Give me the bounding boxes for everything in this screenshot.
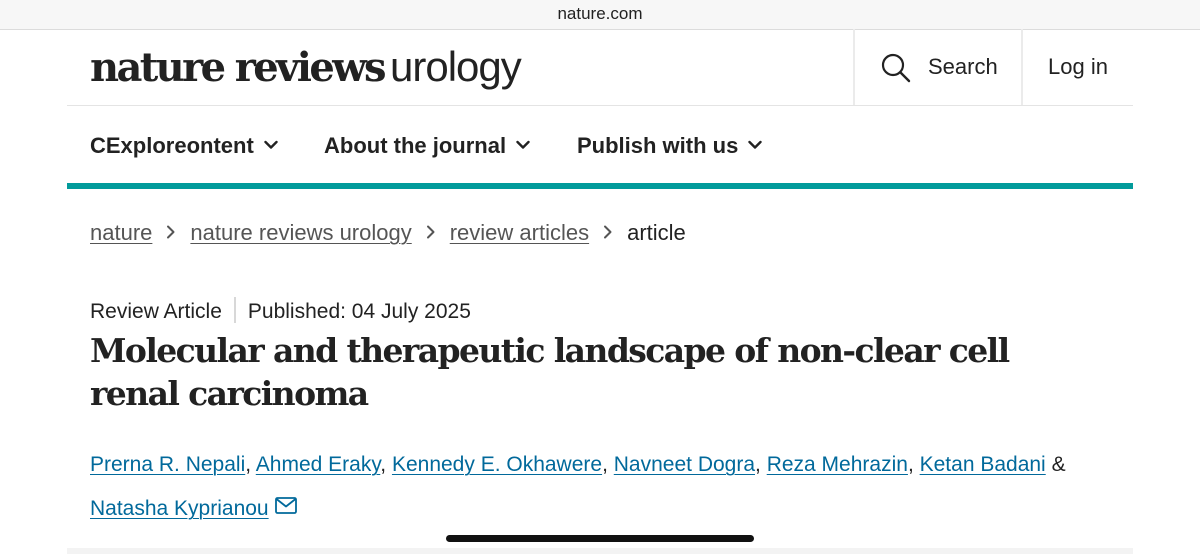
url-text[interactable]: nature.com xyxy=(557,4,642,23)
chevron-down-icon xyxy=(516,140,530,149)
nav-item-about-journal[interactable]: About the journal xyxy=(324,131,530,161)
publish-date: Published: 04 July 2025 xyxy=(247,300,471,323)
journal-logo[interactable]: nature reviews urology xyxy=(90,39,522,96)
author-separator: , xyxy=(907,453,914,476)
masthead: nature reviews urology Search Log in xyxy=(67,29,1133,106)
chevron-right-icon xyxy=(604,225,612,239)
author-list: Prerna R. Nepali, Ahmed Eraky, Kennedy E… xyxy=(90,443,1090,531)
nav-item-label: About the journal xyxy=(324,133,507,158)
author-separator: , xyxy=(602,453,608,476)
author-link[interactable]: Ahmed Eraky xyxy=(256,453,381,476)
author-separator: , xyxy=(380,453,387,476)
nav-item-label: CExploreontent xyxy=(90,133,254,158)
home-indicator[interactable] xyxy=(446,535,754,542)
author-link[interactable]: Natasha Kyprianou xyxy=(90,497,269,520)
search-icon xyxy=(881,53,911,83)
nav-item-publish-with-us[interactable]: Publish with us xyxy=(577,131,763,161)
author-link[interactable]: Kennedy E. Okhawere xyxy=(392,453,602,476)
chevron-right-icon xyxy=(426,225,435,239)
author-joiner: & xyxy=(1051,453,1066,476)
author-link[interactable]: Navneet Dogra xyxy=(614,453,755,476)
nav-item-explore-content[interactable]: CExploreontent xyxy=(90,131,278,161)
chevron-down-icon xyxy=(748,140,763,149)
author-link[interactable]: Reza Mehrazin xyxy=(767,453,908,476)
author-separator: , xyxy=(755,453,761,476)
login-button[interactable]: Log in xyxy=(1021,29,1133,105)
breadcrumb-current: article xyxy=(627,220,686,245)
search-button[interactable]: Search xyxy=(853,29,1021,105)
page: nature reviews urology Search Log in CExp… xyxy=(67,29,1133,554)
main-nav: CExploreontent About the journal Publish… xyxy=(67,106,1133,189)
browser-url-bar[interactable]: nature.com xyxy=(0,0,1200,30)
search-label: Search xyxy=(928,54,998,79)
author-link[interactable]: Ketan Badani xyxy=(920,453,1046,476)
nav-item-label: Publish with us xyxy=(577,133,739,158)
breadcrumb-link-journal[interactable]: nature reviews urology xyxy=(190,220,411,245)
chevron-down-icon xyxy=(264,140,278,149)
breadcrumb-link-nature[interactable]: nature xyxy=(90,220,152,245)
author-separator: , xyxy=(245,453,252,476)
logo-light-text: urology xyxy=(389,43,522,90)
login-label: Log in xyxy=(1048,54,1108,79)
logo-bold-text: nature reviews xyxy=(90,44,387,91)
chevron-right-icon xyxy=(167,225,175,239)
content-bottom-edge xyxy=(67,548,1133,554)
article-type: Review Article xyxy=(90,300,222,323)
author-link[interactable]: Prerna R. Nepali xyxy=(90,453,245,476)
article-title: Molecular and therapeutic landscape of n… xyxy=(90,331,1010,413)
mail-icon[interactable] xyxy=(274,497,297,514)
meta-divider xyxy=(233,297,236,324)
breadcrumb: nature nature reviews urology review artic… xyxy=(90,218,686,248)
article-meta: Review Article Published: 04 July 2025 xyxy=(90,297,471,327)
breadcrumb-link-review-articles[interactable]: review articles xyxy=(450,220,589,245)
